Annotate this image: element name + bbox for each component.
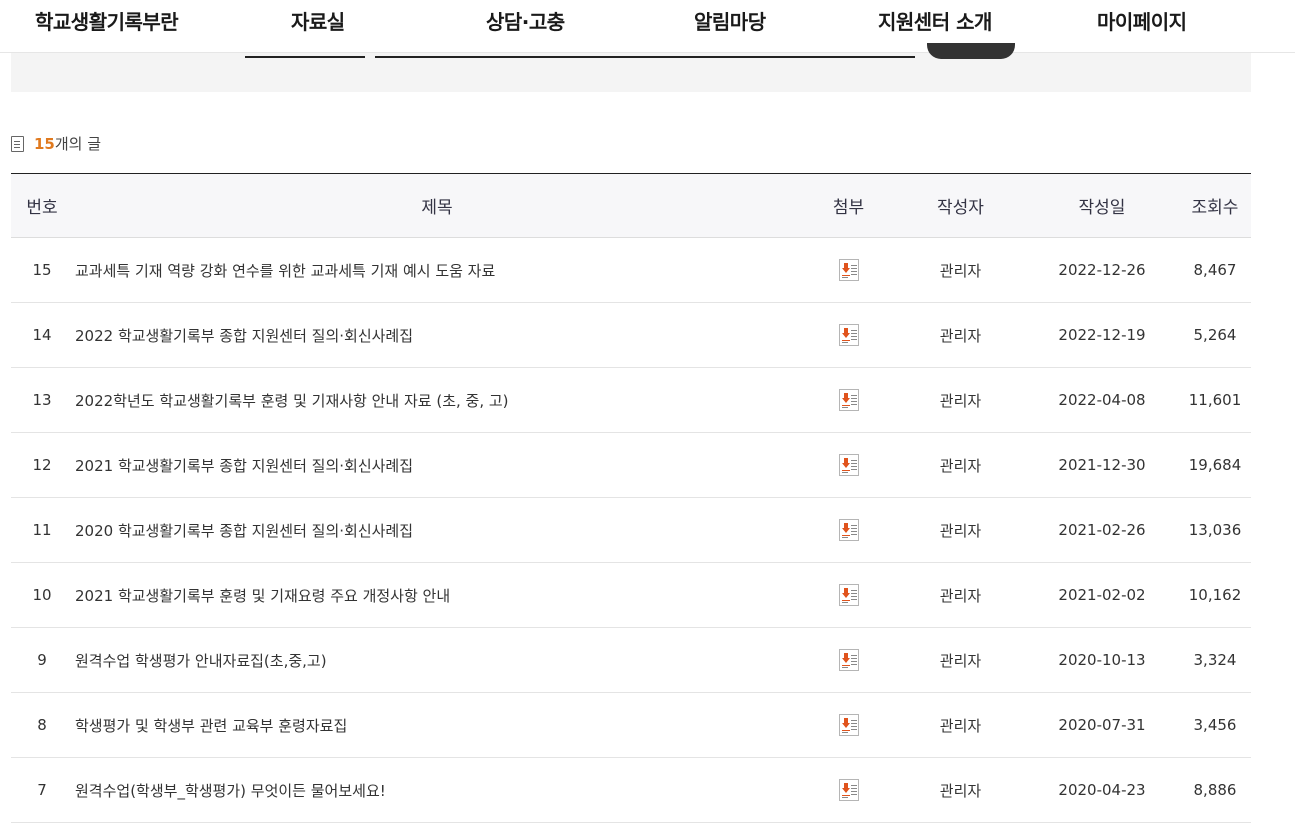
nav-item-resources[interactable]: 자료실 [291, 6, 345, 35]
nav-item-mypage[interactable]: 마이페이지 [1097, 6, 1187, 35]
row-date: 2022-12-19 [1025, 302, 1179, 368]
header-views: 조회수 [1179, 173, 1251, 238]
nav-item-notices[interactable]: 알림마당 [694, 6, 766, 35]
row-number: 9 [11, 627, 73, 693]
table-row[interactable]: 9 원격수업 학생평가 안내자료집(초,중,고) 관리자 2020-10-13 3,32… [11, 627, 1251, 693]
row-attachment[interactable] [801, 302, 896, 368]
row-author: 관리자 [896, 367, 1025, 433]
post-count-suffix: 개의 글 [54, 135, 102, 153]
row-date: 2020-04-23 [1025, 757, 1179, 823]
file-download-icon[interactable] [838, 454, 859, 476]
header-title: 제목 [73, 173, 801, 238]
search-button[interactable] [927, 43, 1015, 59]
file-download-icon[interactable] [838, 714, 859, 736]
nav-item-school-record[interactable]: 학교생활기록부란 [35, 6, 179, 35]
row-views: 3,324 [1179, 627, 1251, 693]
row-title-link[interactable]: 2022 학교생활기록부 종합 지원센터 질의·회신사례집 [73, 302, 801, 368]
post-count-number: 15 [34, 134, 55, 153]
header-date: 작성일 [1025, 173, 1179, 238]
row-attachment[interactable] [801, 432, 896, 498]
row-author: 관리자 [896, 237, 1025, 303]
file-download-icon[interactable] [838, 389, 859, 411]
search-area [11, 43, 1251, 92]
row-attachment[interactable] [801, 367, 896, 433]
row-title-link[interactable]: 2021 학교생활기록부 종합 지원센터 질의·회신사례집 [73, 432, 801, 498]
row-title-link[interactable]: 2020 학교생활기록부 종합 지원센터 질의·회신사례집 [73, 497, 801, 563]
row-date: 2021-02-26 [1025, 497, 1179, 563]
table-row[interactable]: 11 2020 학교생활기록부 종합 지원센터 질의·회신사례집 관리자 2021-0… [11, 497, 1251, 563]
row-date: 2021-02-02 [1025, 562, 1179, 628]
row-number: 11 [11, 497, 73, 563]
row-date: 2022-04-08 [1025, 367, 1179, 433]
row-views: 5,264 [1179, 302, 1251, 368]
table-row[interactable]: 13 2022학년도 학교생활기록부 훈령 및 기재사항 안내 자료 (초, 중,… [11, 367, 1251, 433]
row-number: 14 [11, 302, 73, 368]
search-category-select[interactable] [245, 53, 365, 58]
table-row[interactable]: 14 2022 학교생활기록부 종합 지원센터 질의·회신사례집 관리자 2022-1… [11, 302, 1251, 368]
row-views: 3,456 [1179, 692, 1251, 758]
row-date: 2021-12-30 [1025, 432, 1179, 498]
post-count: 15 개의 글 [11, 133, 101, 154]
file-download-icon[interactable] [838, 259, 859, 281]
row-number: 12 [11, 432, 73, 498]
row-title-link[interactable]: 2021 학교생활기록부 훈령 및 기재요령 주요 개정사항 안내 [73, 562, 801, 628]
table-row[interactable]: 8 학생평가 및 학생부 관련 교육부 훈령자료집 관리자 2020-07-31 3,4… [11, 692, 1251, 758]
header-attachment: 첨부 [801, 173, 896, 238]
row-attachment[interactable] [801, 627, 896, 693]
file-download-icon[interactable] [838, 779, 859, 801]
search-input[interactable] [375, 53, 915, 58]
row-views: 8,467 [1179, 237, 1251, 303]
row-number: 10 [11, 562, 73, 628]
row-date: 2020-10-13 [1025, 627, 1179, 693]
row-views: 13,036 [1179, 497, 1251, 563]
header-author: 작성자 [896, 173, 1025, 238]
top-navigation: 학교생활기록부란 자료실 상담·고충 알림마당 지원센터 소개 마이페이지 [0, 0, 1295, 53]
table-row[interactable]: 15 교과세특 기재 역량 강화 연수를 위한 교과세특 기재 예시 도움 자료 관… [11, 237, 1251, 303]
row-title-link[interactable]: 2022학년도 학교생활기록부 훈령 및 기재사항 안내 자료 (초, 중, 고… [73, 367, 801, 433]
row-title-link[interactable]: 교과세특 기재 역량 강화 연수를 위한 교과세특 기재 예시 도움 자료 [73, 237, 801, 303]
row-author: 관리자 [896, 562, 1025, 628]
row-title-link[interactable]: 학생평가 및 학생부 관련 교육부 훈령자료집 [73, 692, 801, 758]
post-table: 번호 제목 첨부 작성자 작성일 조회수 15 교과세특 기재 역량 강화 연수를… [11, 173, 1251, 823]
table-row[interactable]: 10 2021 학교생활기록부 훈령 및 기재요령 주요 개정사항 안내 관리자 20… [11, 562, 1251, 628]
file-download-icon[interactable] [838, 584, 859, 606]
row-author: 관리자 [896, 497, 1025, 563]
row-author: 관리자 [896, 692, 1025, 758]
nav-item-center-intro[interactable]: 지원센터 소개 [878, 6, 992, 35]
file-download-icon[interactable] [838, 324, 859, 346]
row-views: 8,886 [1179, 757, 1251, 823]
row-views: 10,162 [1179, 562, 1251, 628]
row-author: 관리자 [896, 302, 1025, 368]
row-number: 7 [11, 757, 73, 823]
file-download-icon[interactable] [838, 649, 859, 671]
row-attachment[interactable] [801, 562, 896, 628]
row-views: 11,601 [1179, 367, 1251, 433]
row-attachment[interactable] [801, 497, 896, 563]
row-title-link[interactable]: 원격수업 학생평가 안내자료집(초,중,고) [73, 627, 801, 693]
nav-item-counseling[interactable]: 상담·고충 [486, 6, 565, 35]
header-number: 번호 [11, 173, 73, 238]
file-download-icon[interactable] [838, 519, 859, 541]
row-date: 2020-07-31 [1025, 692, 1179, 758]
row-attachment[interactable] [801, 237, 896, 303]
row-date: 2022-12-26 [1025, 237, 1179, 303]
row-number: 13 [11, 367, 73, 433]
row-author: 관리자 [896, 757, 1025, 823]
row-author: 관리자 [896, 432, 1025, 498]
row-number: 15 [11, 237, 73, 303]
table-row[interactable]: 12 2021 학교생활기록부 종합 지원센터 질의·회신사례집 관리자 2021-1… [11, 432, 1251, 498]
row-number: 8 [11, 692, 73, 758]
table-row[interactable]: 7 원격수업(학생부_학생평가) 무엇이든 물어보세요! 관리자 2020-04-23… [11, 757, 1251, 823]
row-author: 관리자 [896, 627, 1025, 693]
row-title-link[interactable]: 원격수업(학생부_학생평가) 무엇이든 물어보세요! [73, 757, 801, 823]
row-views: 19,684 [1179, 432, 1251, 498]
row-attachment[interactable] [801, 692, 896, 758]
table-header-row: 번호 제목 첨부 작성자 작성일 조회수 [11, 173, 1251, 238]
row-attachment[interactable] [801, 757, 896, 823]
document-icon [11, 135, 24, 152]
